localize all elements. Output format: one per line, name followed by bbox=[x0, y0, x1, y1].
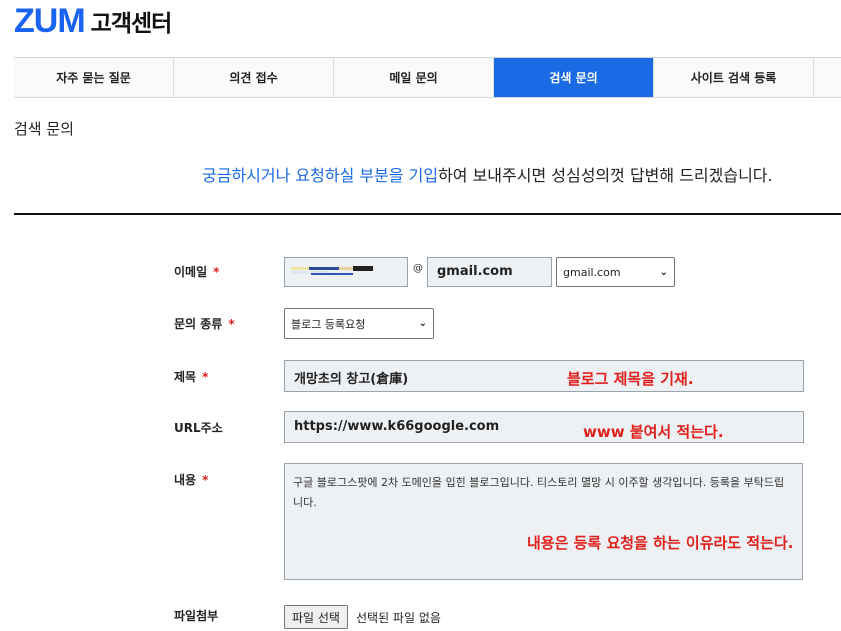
chevron-down-icon: ⌄ bbox=[418, 318, 427, 329]
chevron-down-icon: ⌄ bbox=[659, 266, 668, 278]
content-annotation: 내용은 등록 요청을 하는 이유라도 적는다. bbox=[527, 534, 794, 552]
email-domain-select[interactable]: gmail.com ⌄ bbox=[556, 257, 675, 287]
tab-bar: 자주 묻는 질문 의견 접수 메일 문의 검색 문의 사이트 검색 등록 bbox=[14, 57, 841, 98]
redacted-text bbox=[311, 273, 353, 275]
required-mark: * bbox=[202, 370, 209, 384]
redacted-text bbox=[291, 267, 309, 270]
title-label: 제목 * bbox=[174, 368, 208, 385]
at-sign: @ bbox=[413, 263, 423, 274]
required-mark: * bbox=[213, 265, 220, 279]
title-input[interactable]: 개망초의 창고(倉庫) bbox=[284, 360, 804, 392]
zum-logo[interactable]: ZUM 고객센터 bbox=[14, 1, 173, 40]
email-domain-input[interactable]: gmail.com bbox=[427, 257, 552, 287]
redacted-text bbox=[309, 267, 339, 270]
redacted-text bbox=[353, 266, 373, 271]
inquiry-type-label: 문의 종류 * bbox=[174, 315, 235, 332]
tab-mail-inquiry[interactable]: 메일 문의 bbox=[334, 58, 494, 97]
tab-site-registration[interactable]: 사이트 검색 등록 bbox=[654, 58, 814, 97]
required-mark: * bbox=[228, 317, 235, 331]
section-divider bbox=[14, 213, 841, 215]
intro-text: 궁금하시거나 요청하실 부분을 기입하여 보내주시면 성심성의껏 답변해 드리겠… bbox=[202, 162, 773, 186]
tab-search-inquiry[interactable]: 검색 문의 bbox=[494, 58, 654, 97]
intro-highlight: 궁금하시거나 요청하실 부분을 기입 bbox=[202, 166, 439, 185]
inquiry-type-value: 블로그 등록요청 bbox=[291, 317, 366, 331]
intro-rest: 하여 보내주시면 성심성의껏 답변해 드리겠습니다. bbox=[438, 166, 773, 185]
title-label-text: 제목 bbox=[174, 370, 197, 384]
email-domain-select-value: gmail.com bbox=[563, 265, 621, 279]
inquiry-type-select[interactable]: 블로그 등록요청 ⌄ bbox=[284, 308, 434, 339]
tab-feedback[interactable]: 의견 접수 bbox=[174, 58, 334, 97]
content-label: 내용 * bbox=[174, 471, 208, 488]
email-label: 이메일 * bbox=[174, 263, 219, 280]
header: ZUM 고객센터 bbox=[0, 0, 841, 57]
email-label-text: 이메일 bbox=[174, 265, 208, 279]
tab-bar-spacer bbox=[814, 58, 841, 97]
logo-text: ZUM bbox=[14, 1, 86, 40]
file-status-text: 선택된 파일 없음 bbox=[356, 611, 441, 625]
url-input[interactable]: https://www.k66google.com bbox=[284, 411, 804, 443]
required-mark: * bbox=[202, 473, 209, 487]
content-textarea[interactable]: 구글 블로그스팟에 2차 도메인을 입힌 블로그입니다. 티스토리 멸망 시 이… bbox=[284, 463, 803, 580]
page-title: 검색 문의 bbox=[14, 120, 74, 138]
tab-faq[interactable]: 자주 묻는 질문 bbox=[14, 58, 174, 97]
email-local-input[interactable] bbox=[284, 257, 408, 287]
url-label: URL주소 bbox=[174, 421, 223, 435]
url-annotation: www 붙여서 적는다. bbox=[583, 423, 724, 441]
redacted-text bbox=[339, 267, 353, 270]
file-select-button[interactable]: 파일 선택 bbox=[284, 605, 348, 629]
title-annotation: 블로그 제목을 기재. bbox=[567, 370, 694, 388]
content-label-text: 내용 bbox=[174, 473, 197, 487]
file-label: 파일첨부 bbox=[174, 609, 219, 623]
logo-subtitle: 고객센터 bbox=[90, 11, 173, 37]
inquiry-type-label-text: 문의 종류 bbox=[174, 317, 223, 331]
